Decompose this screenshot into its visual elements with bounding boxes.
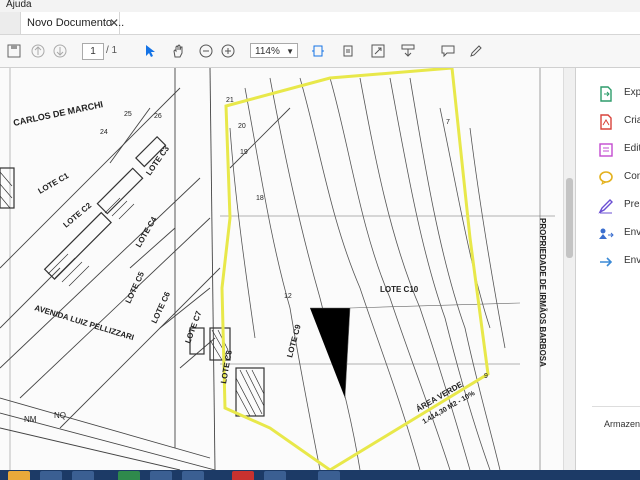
page-total: / 1 (106, 45, 118, 56)
close-icon[interactable]: ✕ (109, 16, 119, 30)
label-point-19: 19 (240, 149, 248, 156)
tab-bar: Novo Documento ... ✕ (0, 12, 640, 35)
label-point-7: 7 (446, 119, 450, 126)
label-nq: NQ (54, 411, 66, 420)
tool-fill-sign-label: Pre (624, 199, 640, 210)
pen-icon[interactable] (466, 41, 486, 61)
save-icon[interactable] (4, 41, 24, 61)
taskbar-app-5[interactable] (150, 471, 172, 480)
label-point-9: 9 (484, 373, 488, 380)
storage-label: Armazen (604, 419, 640, 429)
tool-send-review[interactable]: Env (576, 222, 640, 244)
page-number-input[interactable]: 1 (82, 43, 104, 60)
tab-document[interactable]: Novo Documento ... ✕ (21, 12, 124, 34)
label-lote-c10: LOTE C10 (380, 285, 419, 294)
tool-create-pdf[interactable]: Cria (576, 110, 640, 132)
send-track-icon (600, 257, 613, 267)
fit-page-icon[interactable] (308, 41, 328, 61)
full-screen-icon[interactable] (368, 41, 388, 61)
tab-home[interactable] (0, 12, 21, 34)
zoom-out-icon[interactable] (196, 41, 216, 61)
fill-sign-icon (598, 199, 613, 214)
label-point-21: 21 (226, 97, 234, 104)
taskbar-app-acrobat[interactable] (232, 471, 254, 480)
tool-edit-pdf[interactable]: Edit (576, 138, 640, 160)
label-point-18: 18 (256, 195, 264, 202)
comment-icon (599, 171, 613, 185)
label-propriedade: PROPRIEDADE DE IRMÃOS BARBOSA (538, 218, 547, 367)
toolbar: 1 / 1 114% ▼ (0, 35, 640, 68)
document-view[interactable]: CARLOS DE MARCHI LOTE C1 LOTE C2 LOTE C3… (0, 68, 575, 470)
page-down-icon[interactable] (50, 41, 70, 61)
tool-export-pdf[interactable]: Exp (576, 82, 640, 104)
tool-send-review-label: Env (624, 227, 640, 238)
tools-panel: Exp Cria Edit Con Pre Env Env Armazen (575, 68, 640, 470)
taskbar-app-explorer[interactable] (8, 471, 30, 480)
rotate-page-icon[interactable] (338, 41, 358, 61)
select-cursor-icon[interactable] (140, 41, 160, 61)
label-point-20: 20 (238, 123, 246, 130)
taskbar-app-9[interactable] (318, 471, 340, 480)
tool-comment-label: Con (624, 171, 640, 182)
chevron-down-icon: ▼ (286, 47, 294, 56)
label-point-26: 26 (154, 113, 162, 120)
zoom-in-icon[interactable] (218, 41, 238, 61)
tool-edit-pdf-label: Edit (624, 143, 640, 154)
label-nm: NM (24, 415, 37, 424)
label-point-12: 12 (284, 293, 292, 300)
create-pdf-icon (600, 114, 612, 130)
os-taskbar (0, 470, 640, 480)
zoom-level-select[interactable]: 114% ▼ (250, 43, 298, 58)
tool-send-track[interactable]: Env (576, 250, 640, 272)
comment-bubble-icon[interactable] (438, 41, 458, 61)
taskbar-app-3[interactable] (72, 471, 94, 480)
site-plan-drawing: CARLOS DE MARCHI LOTE C1 LOTE C2 LOTE C3… (0, 68, 575, 470)
taskbar-app-2[interactable] (40, 471, 62, 480)
label-point-24: 24 (100, 129, 108, 136)
taskbar-app-8[interactable] (264, 471, 286, 480)
page-up-icon[interactable] (28, 41, 48, 61)
tool-export-pdf-label: Exp (624, 87, 640, 98)
menu-help[interactable]: Ajuda (6, 0, 32, 10)
tool-fill-sign[interactable]: Pre (576, 194, 640, 216)
taskbar-app-excel[interactable] (118, 471, 140, 480)
taskbar-app-6[interactable] (182, 471, 204, 480)
label-point-25: 25 (124, 111, 132, 118)
send-review-icon (599, 228, 614, 239)
tool-send-track-label: Env (624, 255, 640, 266)
tool-create-pdf-label: Cria (624, 115, 640, 126)
hand-tool-icon[interactable] (168, 41, 188, 61)
edit-pdf-icon (599, 143, 613, 157)
zoom-level-value: 114% (255, 46, 280, 57)
download-icon[interactable] (398, 41, 418, 61)
scrollbar-thumb[interactable] (566, 178, 573, 258)
tool-comment[interactable]: Con (576, 166, 640, 188)
export-pdf-icon (600, 86, 612, 102)
panel-divider (592, 406, 640, 407)
